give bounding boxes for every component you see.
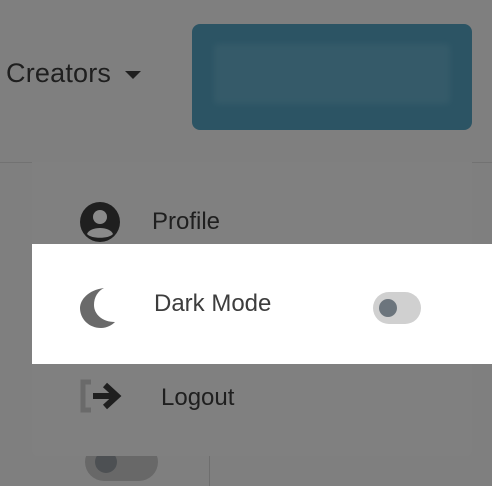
profile-label: Profile <box>152 208 221 235</box>
creators-nav[interactable]: Creators <box>6 58 142 89</box>
top-header: Creators <box>0 0 492 163</box>
cta-button[interactable] <box>192 24 472 130</box>
logout-label: Logout <box>161 384 235 411</box>
user-circle-icon <box>80 202 120 242</box>
dark-mode-toggle[interactable] <box>373 292 421 324</box>
moon-icon <box>80 288 115 328</box>
menu-item-logout[interactable]: Logout <box>32 356 472 440</box>
creators-label: Creators <box>6 58 112 88</box>
dark-mode-toggle-knob <box>379 299 397 317</box>
dark-mode-label: Dark Mode <box>154 290 272 317</box>
cta-content <box>214 44 450 104</box>
sign-out-icon <box>80 379 122 413</box>
caret-down-icon <box>125 70 142 79</box>
menu-item-dark-mode[interactable]: Dark Mode <box>32 244 492 364</box>
